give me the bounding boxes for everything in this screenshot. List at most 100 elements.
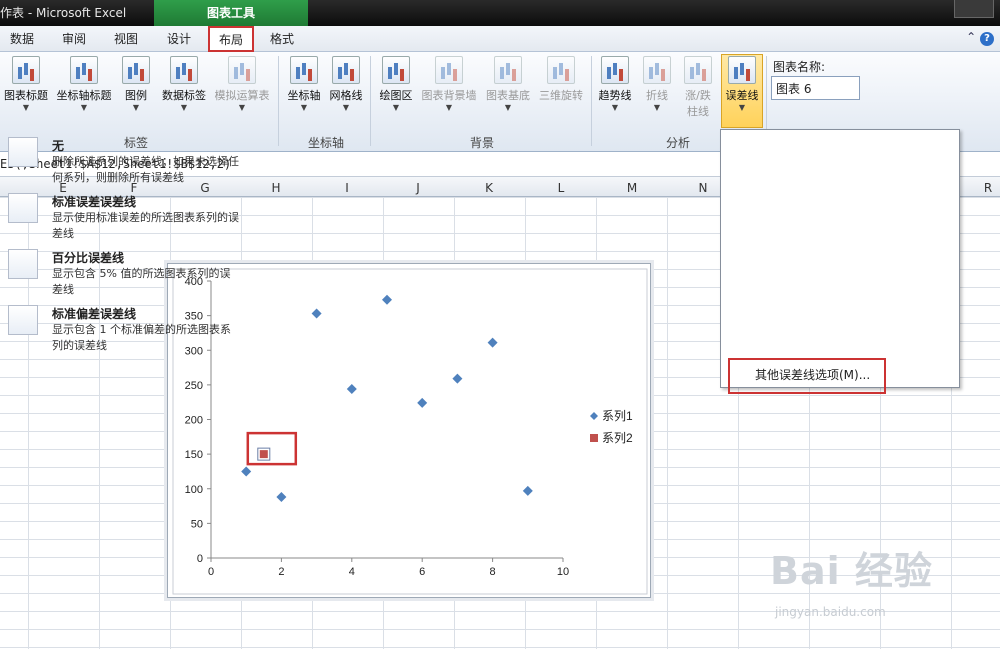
axis-titles-icon	[70, 56, 98, 84]
series1-point	[487, 337, 498, 348]
error-bars-percentage-icon	[8, 249, 38, 279]
menu-item-percentage[interactable]: 百分比误差线 显示包含 5% 值的所选图表系列的误差线	[8, 249, 234, 299]
window-title: 作表 - Microsoft Excel	[0, 6, 127, 20]
chart-wall-button[interactable]: 图表背景墙 ▼	[418, 56, 480, 112]
trendline-button[interactable]: 趋势线 ▼	[594, 56, 636, 112]
group-label-axes: 坐标轴	[308, 136, 345, 150]
window-close-icon[interactable]	[954, 0, 994, 18]
lines-button[interactable]: 折线 ▼	[638, 56, 676, 112]
y-tick-label: 0	[197, 553, 203, 565]
data-labels-button[interactable]: 数据标签 ▼	[158, 56, 210, 112]
series1-point	[452, 373, 463, 384]
menu-item-standard-error[interactable]: 标准误差误差线 显示使用标准误差的所选图表系列的误差线	[8, 193, 239, 243]
column-header[interactable]: L	[551, 181, 571, 195]
series1-point	[241, 466, 252, 477]
error-bars-none-icon	[8, 137, 38, 167]
column-header[interactable]: H	[266, 181, 286, 195]
series1-point	[311, 308, 322, 319]
column-header[interactable]: M	[622, 181, 642, 195]
more-error-bar-options[interactable]: 其他误差线选项(M)...	[755, 366, 870, 383]
column-header[interactable]: I	[337, 181, 357, 195]
chart-title-button[interactable]: 图表标题 ▼	[0, 56, 52, 112]
y-tick-label: 150	[185, 449, 203, 461]
legend-entry: 系列2	[602, 431, 633, 445]
menu-item-none[interactable]: 无 删除所选系列的误差线；如果未选择任何系列，则删除所有误差线	[8, 137, 239, 187]
baidu-watermark-url: jingyan.baidu.com	[775, 605, 886, 619]
group-label-analysis: 分析	[666, 136, 691, 150]
chart-floor-icon	[494, 56, 522, 84]
legend-marker	[590, 412, 598, 420]
series2-point	[259, 450, 268, 459]
legend-icon	[122, 56, 150, 84]
column-header[interactable]: R	[978, 181, 998, 195]
gridlines-button[interactable]: 网格线 ▼	[326, 56, 366, 112]
chart-name-input[interactable]: 图表 6	[771, 76, 860, 100]
axes-button[interactable]: 坐标轴 ▼	[283, 56, 325, 112]
rotation-3d-icon	[547, 56, 575, 84]
chart-svg: 0501001502002503003504000 2 4 6 8 10系列1系列2	[172, 268, 648, 595]
series1-point	[346, 384, 357, 395]
column-header[interactable]: N	[693, 181, 713, 195]
error-bars-standard-error-icon	[8, 193, 38, 223]
column-header[interactable]: K	[479, 181, 499, 195]
error-bars-button[interactable]: 误差线 ▼	[721, 56, 763, 112]
error-bars-icon	[728, 56, 756, 84]
legend-button[interactable]: 图例 ▼	[118, 56, 154, 112]
tab-view[interactable]: 视图	[114, 30, 138, 50]
ribbon-tab-bar	[0, 26, 1000, 52]
gridlines-icon	[332, 56, 360, 84]
ribbon-right-controls: ⌃ ?	[966, 30, 994, 46]
chart-name-label: 图表名称:	[773, 60, 826, 74]
column-header[interactable]: J	[408, 181, 428, 195]
legend-marker	[590, 434, 598, 442]
group-label-background: 背景	[470, 136, 495, 150]
x-tick-label: 8	[490, 566, 496, 578]
y-tick-label: 100	[185, 484, 203, 496]
x-tick-label: 0	[208, 566, 214, 578]
scatter-chart[interactable]: 0 50 100 150 200 250 300 350 400 0 2 4 6 8 10 系列1 系列2	[167, 263, 651, 598]
tab-data[interactable]: 数据	[10, 30, 34, 50]
series1-point	[276, 492, 287, 503]
chart-floor-button[interactable]: 图表基底 ▼	[482, 56, 534, 112]
baidu-watermark: Bai 经验	[770, 549, 933, 593]
lines-icon	[643, 56, 671, 84]
collapse-ribbon-icon[interactable]: ⌃	[966, 30, 976, 44]
help-icon[interactable]: ?	[980, 32, 994, 46]
group-separator	[370, 56, 371, 146]
rotation-3d-button[interactable]: 三维旋转	[534, 56, 588, 103]
group-separator	[591, 56, 592, 146]
series1-point	[417, 397, 428, 408]
y-tick-label: 50	[191, 518, 203, 530]
chart-area-border	[172, 268, 648, 595]
data-table-icon	[228, 56, 256, 84]
error-bars-dropdown-menu	[720, 129, 960, 388]
plot-area-button[interactable]: 绘图区 ▼	[374, 56, 418, 112]
tab-design[interactable]: 设计	[167, 30, 191, 50]
tab-layout[interactable]: 布局	[208, 26, 254, 52]
y-tick-label: 200	[185, 415, 203, 427]
updown-bars-button[interactable]: 涨/跌 柱线	[678, 56, 718, 119]
group-separator	[278, 56, 279, 146]
updown-bars-icon	[684, 56, 712, 84]
x-tick-label: 6	[419, 566, 425, 578]
chart-tools-context-tab: 图表工具	[154, 0, 308, 26]
title-bar	[0, 0, 1000, 26]
axis-titles-button[interactable]: 坐标轴标题 ▼	[52, 56, 116, 112]
axes-icon	[290, 56, 318, 84]
x-tick-label: 10	[557, 566, 569, 578]
error-bars-standard-deviation-icon	[8, 305, 38, 335]
data-labels-icon	[170, 56, 198, 84]
chart-wall-icon	[435, 56, 463, 84]
tab-format[interactable]: 格式	[270, 30, 294, 50]
data-table-button[interactable]: 模拟运算表 ▼	[211, 56, 273, 112]
trendline-icon	[601, 56, 629, 84]
tab-review[interactable]: 审阅	[62, 30, 86, 50]
x-tick-label: 2	[278, 566, 284, 578]
x-tick-label: 4	[349, 566, 355, 578]
series1-point	[382, 294, 392, 305]
legend-entry: 系列1	[602, 409, 633, 423]
chart-title-icon	[12, 56, 40, 84]
menu-item-standard-deviation[interactable]: 标准偏差误差线 显示包含 1 个标准偏差的所选图表系列的误差线	[8, 305, 234, 355]
plot-area-icon	[382, 56, 410, 84]
highlight-box	[246, 431, 298, 466]
